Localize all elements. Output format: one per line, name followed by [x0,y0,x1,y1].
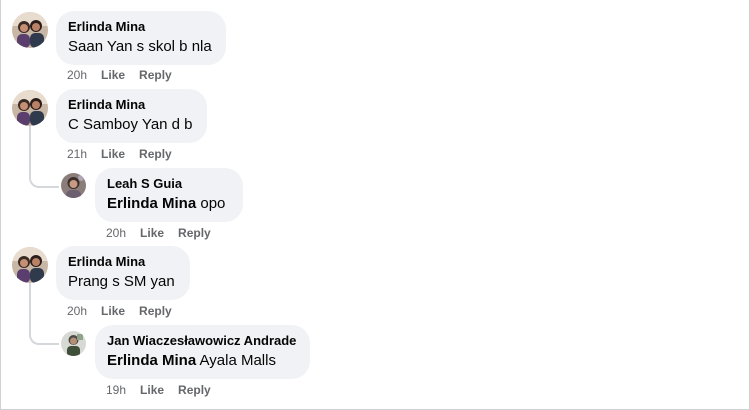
comment-text: C Samboy Yan d b [68,116,193,133]
reply-author[interactable]: Jan Wiaczesławowicz Andrade [107,333,298,349]
reply-bubble: Jan Wiaczesławowicz Andrade Erlinda Mina… [95,325,310,379]
reply-text: Erlinda Mina Ayala Malls [107,351,298,371]
comment-text: Prang s SM yan [68,273,175,290]
frame-left-border [0,0,1,410]
like-button[interactable]: Like [101,147,125,161]
erlinda-avatar[interactable] [12,12,48,48]
comment-actions: 21h Like Reply [67,147,186,161]
mention-link[interactable]: Erlinda Mina [107,352,196,369]
thread-curve-2 [29,160,59,188]
mention-link[interactable]: Erlinda Mina [107,195,196,212]
reply-bubble: Leah S Guia Erlinda Mina opo [95,168,243,222]
comment-bubble: Erlinda Mina Saan Yan s skol b nla [56,11,226,65]
like-button[interactable]: Like [101,68,125,82]
leah-avatar[interactable] [61,173,86,198]
comment-text: Saan Yan s skol b nla [68,38,212,55]
comment-timestamp[interactable]: 20h [67,68,87,82]
like-button[interactable]: Like [140,383,164,397]
reply-text: Erlinda Mina opo [107,194,231,214]
comment-actions: 20h Like Reply [67,68,186,82]
comment-actions: 20h Like Reply [67,304,186,318]
reply-body: Ayala Malls [199,352,276,369]
reply-timestamp[interactable]: 20h [106,226,126,240]
reply-body: opo [200,195,226,212]
reply-button[interactable]: Reply [139,304,172,318]
comment-author[interactable]: Erlinda Mina [68,19,214,35]
comment-author[interactable]: Erlinda Mina [68,254,178,270]
comment-bubble: Erlinda Mina Prang s SM yan [56,246,190,300]
reply-actions: 20h Like Reply [106,226,225,240]
thread-curve-3 [29,318,59,345]
erlinda-avatar[interactable] [12,90,48,126]
reply-button[interactable]: Reply [139,68,172,82]
reply-button[interactable]: Reply [178,226,211,240]
comment-timestamp[interactable]: 21h [67,147,87,161]
reply-timestamp[interactable]: 19h [106,383,126,397]
jan-avatar[interactable] [61,331,86,356]
comment-timestamp[interactable]: 20h [67,304,87,318]
reply-actions: 19h Like Reply [106,383,225,397]
reply-button[interactable]: Reply [139,147,172,161]
like-button[interactable]: Like [140,226,164,240]
comment-bubble: Erlinda Mina C Samboy Yan d b [56,89,207,143]
erlinda-avatar[interactable] [12,247,48,283]
reply-button[interactable]: Reply [178,383,211,397]
comment-author[interactable]: Erlinda Mina [68,97,195,113]
like-button[interactable]: Like [101,304,125,318]
reply-author[interactable]: Leah S Guia [107,176,231,192]
